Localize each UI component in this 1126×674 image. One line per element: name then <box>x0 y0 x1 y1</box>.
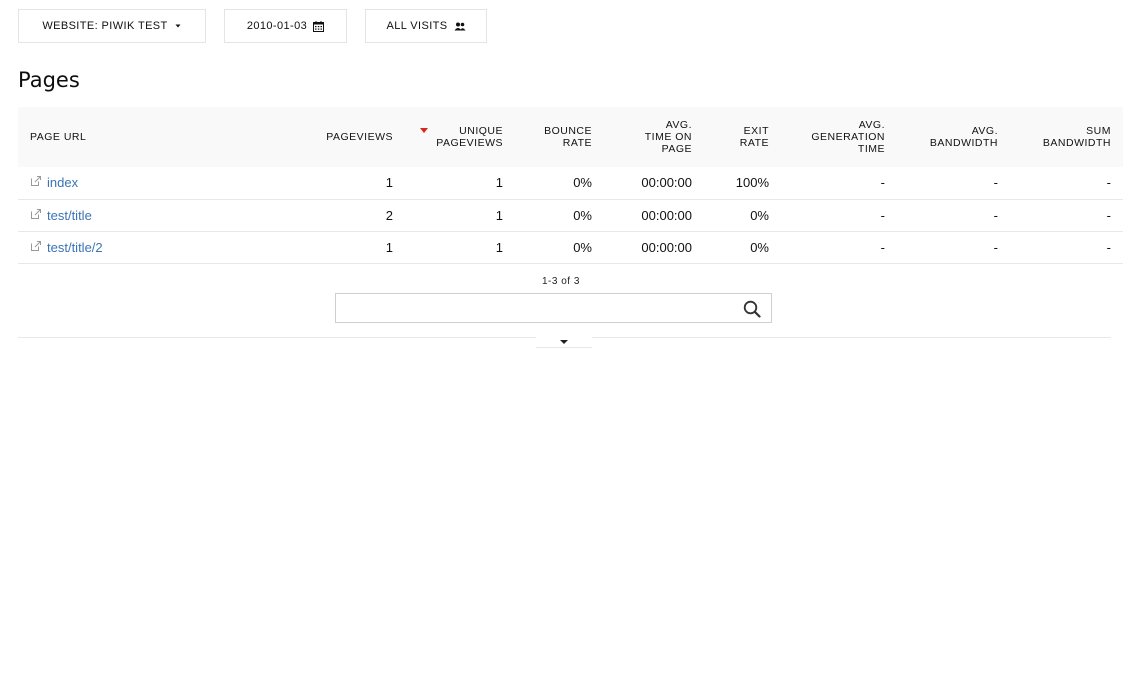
calendar-icon <box>313 20 325 32</box>
column-header-bounce_rate[interactable]: BOUNCE RATE <box>515 107 604 167</box>
column-header-text: TIME <box>857 143 885 155</box>
cell-sum_bw: - <box>1010 199 1123 232</box>
pagination-label: 1-3 of 3 <box>542 276 580 287</box>
column-header-avg_time[interactable]: AVG. TIME ON PAGE <box>604 107 704 167</box>
column-header-text: AVG. <box>665 119 692 131</box>
page-url-link[interactable]: index <box>47 175 78 190</box>
expand-caret-icon <box>560 340 568 344</box>
cell-exit_rate: 100% <box>704 167 781 200</box>
report-expand-toggle[interactable] <box>536 337 592 348</box>
site-selector[interactable]: WEBSITE: PIWIK TEST <box>18 9 206 43</box>
column-header-text: PAGEVIEWS <box>436 137 503 149</box>
column-header-text: BOUNCE <box>544 125 592 137</box>
column-header-text: EXIT <box>743 125 769 137</box>
page-url-link[interactable]: test/title/2 <box>47 240 103 255</box>
page-title: Pages <box>18 68 80 92</box>
search-input[interactable] <box>342 295 736 323</box>
table-body: index 1 1 0% 00:00:00 100% - - - test/title 2 1 0% 00… <box>18 167 1123 264</box>
cell-avg_gen: - <box>781 167 897 200</box>
cell-avg_bw: - <box>897 167 1010 200</box>
column-header-text: RATE <box>739 137 769 149</box>
table-row[interactable]: test/title/2 1 1 0% 00:00:00 0% - - - <box>18 231 1123 264</box>
caret-down-icon <box>174 22 182 30</box>
external-link-icon[interactable] <box>30 175 42 187</box>
table-header-row: PAGE URL PAGEVIEWS UNIQUE PAGEVIEWS BOUNCE RA… <box>18 107 1123 167</box>
cell-exit_rate: 0% <box>704 199 781 232</box>
sort-desc-icon <box>420 128 428 133</box>
site-selector-label: WEBSITE: PIWIK TEST <box>42 20 168 32</box>
external-link-icon[interactable] <box>30 240 42 252</box>
column-header-text: BANDWIDTH <box>1042 137 1111 149</box>
column-header-sum_bw[interactable]: SUM BANDWIDTH <box>1010 107 1123 167</box>
column-header-avg_bw[interactable]: AVG. BANDWIDTH <box>897 107 1010 167</box>
column-header-nb_visits[interactable]: UNIQUE PAGEVIEWS <box>405 107 515 167</box>
cell-bounce_rate: 0% <box>515 167 604 200</box>
external-link-icon[interactable] <box>30 208 42 220</box>
column-header-text: SUM <box>1086 125 1111 137</box>
column-header-label[interactable]: PAGE URL <box>18 107 300 167</box>
cell-bounce_rate: 0% <box>515 199 604 232</box>
column-header-text: RATE <box>562 137 592 149</box>
cell-nb_visits: 1 <box>405 167 515 200</box>
cell-sum_bw: - <box>1010 167 1123 200</box>
cell-nb_visits: 1 <box>405 199 515 232</box>
cell-avg_bw: - <box>897 231 1010 264</box>
cell-nb_hits: 1 <box>300 167 405 200</box>
cell-label: test/title <box>18 199 300 232</box>
column-header-text: PAGEVIEWS <box>326 131 393 143</box>
date-selector-label: 2010-01-03 <box>246 20 308 32</box>
date-selector[interactable]: 2010-01-03 <box>224 9 347 43</box>
column-header-text: PAGE URL <box>30 131 87 143</box>
column-header-nb_hits[interactable]: PAGEVIEWS <box>300 107 405 167</box>
cell-sum_bw: - <box>1010 231 1123 264</box>
column-header-text: GENERATION <box>811 131 885 143</box>
cell-label: test/title/2 <box>18 231 300 264</box>
column-header-text: TIME ON <box>644 131 692 143</box>
cell-avg_gen: - <box>781 231 897 264</box>
column-header-text: BANDWIDTH <box>929 137 998 149</box>
column-header-text: AVG. <box>971 125 998 137</box>
search-icon[interactable] <box>743 300 761 318</box>
segment-selector-label: ALL VISITS <box>386 20 448 32</box>
cell-avg_time: 00:00:00 <box>604 231 704 264</box>
users-icon <box>454 22 466 31</box>
cell-nb_hits: 2 <box>300 199 405 232</box>
column-header-text: AVG. <box>858 119 885 131</box>
column-header-exit_rate[interactable]: EXIT RATE <box>704 107 781 167</box>
column-header-text: PAGE <box>661 143 692 155</box>
page-url-link[interactable]: test/title <box>47 208 92 223</box>
table-row[interactable]: index 1 1 0% 00:00:00 100% - - - <box>18 167 1123 200</box>
segment-selector[interactable]: ALL VISITS <box>365 9 487 43</box>
cell-bounce_rate: 0% <box>515 231 604 264</box>
cell-avg_time: 00:00:00 <box>604 167 704 200</box>
column-header-text: UNIQUE <box>459 125 503 137</box>
cell-avg_bw: - <box>897 199 1010 232</box>
column-header-avg_gen[interactable]: AVG. GENERATION TIME <box>781 107 897 167</box>
cell-nb_visits: 1 <box>405 231 515 264</box>
data-table: PAGE URL PAGEVIEWS UNIQUE PAGEVIEWS BOUNCE RA… <box>18 107 1123 264</box>
cell-avg_gen: - <box>781 199 897 232</box>
cell-exit_rate: 0% <box>704 231 781 264</box>
cell-avg_time: 00:00:00 <box>604 199 704 232</box>
cell-label: index <box>18 167 300 200</box>
table-row[interactable]: test/title 2 1 0% 00:00:00 0% - - - <box>18 199 1123 232</box>
pages-report: PAGE URL PAGEVIEWS UNIQUE PAGEVIEWS BOUNCE RA… <box>18 107 1123 264</box>
cell-nb_hits: 1 <box>300 231 405 264</box>
search-box <box>335 293 772 323</box>
